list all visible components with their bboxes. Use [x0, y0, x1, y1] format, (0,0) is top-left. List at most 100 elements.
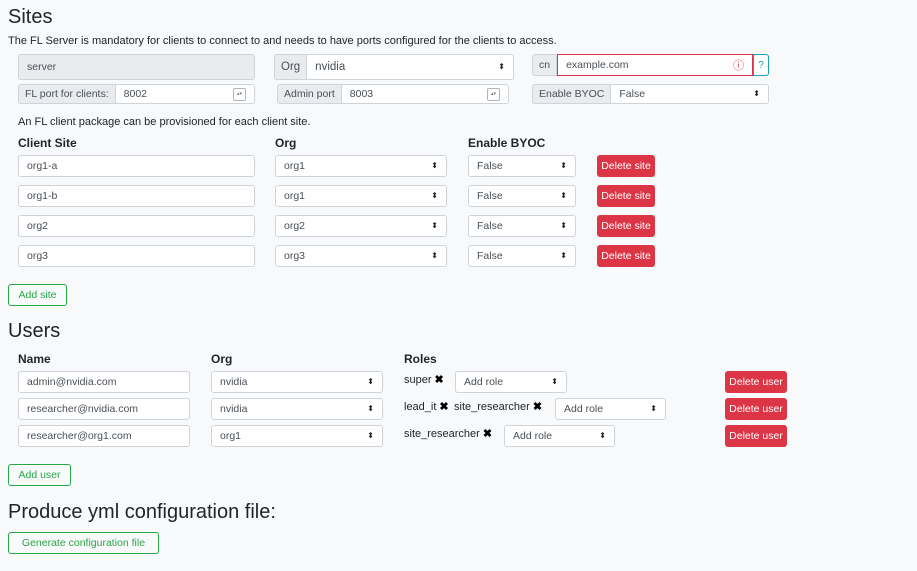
user-name-input[interactable]: researcher@org1.com	[18, 425, 190, 447]
close-icon[interactable]: ✖	[435, 373, 444, 386]
client-byoc-select[interactable]: False ⬍	[468, 215, 576, 237]
add-role-select[interactable]: Add role ⬍	[455, 371, 567, 393]
user-org-select[interactable]: nvidia ⬍	[211, 371, 383, 393]
user-name-header: Name	[18, 352, 51, 366]
chevron-updown-icon: ⬍	[650, 404, 657, 413]
chevron-updown-icon: ⬍	[431, 251, 438, 260]
client-site-input[interactable]: org1-b	[18, 185, 255, 207]
delete-site-button[interactable]: Delete site	[597, 185, 655, 207]
chevron-updown-icon: ⬍	[560, 251, 567, 260]
fl-port-input[interactable]: 8002 ▴▾	[115, 84, 255, 104]
add-role-select[interactable]: Add role ⬍	[504, 425, 615, 447]
server-cn-label: cn	[532, 54, 558, 76]
role-tag: site_researcher ✖	[454, 400, 542, 414]
chevron-updown-icon: ⬍	[498, 62, 505, 71]
client-byoc-select[interactable]: False ⬍	[468, 185, 576, 207]
delete-user-button[interactable]: Delete user	[725, 371, 787, 393]
add-role-select[interactable]: Add role ⬍	[555, 398, 666, 420]
user-name-value: researcher@org1.com	[27, 430, 132, 442]
client-byoc-value: False	[477, 190, 503, 202]
client-site-input[interactable]: org3	[18, 245, 255, 267]
add-role-label: Add role	[464, 376, 504, 388]
delete-user-button[interactable]: Delete user	[725, 425, 787, 447]
client-org-select[interactable]: org1 ⬍	[275, 155, 447, 177]
user-name-value: admin@nvidia.com	[27, 376, 117, 388]
fl-port-group[interactable]: FL port for clients: 8002 ▴▾	[18, 84, 255, 104]
client-org-select[interactable]: org2 ⬍	[275, 215, 447, 237]
delete-site-button[interactable]: Delete site	[597, 245, 655, 267]
server-byoc-select[interactable]: False ⬍	[611, 84, 769, 104]
delete-site-button[interactable]: Delete site	[597, 215, 655, 237]
delete-site-button[interactable]: Delete site	[597, 155, 655, 177]
client-byoc-select[interactable]: False ⬍	[468, 155, 576, 177]
server-cn-input[interactable]: example.com ⓘ	[557, 54, 753, 76]
user-name-value: researcher@nvidia.com	[27, 403, 139, 415]
add-site-button[interactable]: Add site	[8, 284, 67, 306]
role-label: super	[404, 373, 432, 386]
chevron-updown-icon: ⬍	[431, 161, 438, 170]
admin-port-group[interactable]: Admin port 8003 ▴▾	[277, 84, 509, 104]
add-role-label: Add role	[564, 403, 604, 415]
role-tag: site_researcher ✖	[404, 427, 492, 441]
chevron-updown-icon: ⬍	[560, 221, 567, 230]
user-org-select[interactable]: org1 ⬍	[211, 425, 383, 447]
user-org-value: org1	[220, 430, 242, 442]
chevron-updown-icon: ⬍	[431, 221, 438, 230]
user-name-input[interactable]: researcher@nvidia.com	[18, 398, 190, 420]
spinner-icon[interactable]: ▴▾	[233, 87, 246, 101]
close-icon[interactable]: ✖	[483, 427, 492, 440]
client-site-header: Client Site	[18, 136, 77, 150]
user-org-value: nvidia	[220, 376, 248, 388]
add-role-label: Add role	[513, 430, 553, 442]
chevron-updown-icon: ⬍	[367, 377, 374, 386]
delete-user-button[interactable]: Delete user	[725, 398, 787, 420]
client-site-input[interactable]: org2	[18, 215, 255, 237]
client-byoc-header: Enable BYOC	[468, 136, 546, 150]
client-byoc-value: False	[477, 250, 503, 262]
client-site-value: org2	[27, 220, 49, 232]
chevron-updown-icon: ⬍	[560, 191, 567, 200]
client-org-value: org3	[284, 250, 306, 262]
admin-port-input[interactable]: 8003 ▴▾	[341, 84, 509, 104]
server-org-group[interactable]: Org nvidia ⬍	[274, 54, 514, 80]
sites-heading: Sites	[8, 6, 53, 28]
user-roles-header: Roles	[404, 352, 437, 366]
sites-description: The FL Server is mandatory for clients t…	[8, 35, 557, 47]
generate-config-button[interactable]: Generate configuration file	[8, 532, 159, 554]
client-org-select[interactable]: org1 ⬍	[275, 185, 447, 207]
client-org-header: Org	[275, 136, 297, 150]
chevron-updown-icon: ⬍	[560, 161, 567, 170]
server-org-select[interactable]: nvidia ⬍	[307, 54, 514, 80]
role-tag: super ✖	[404, 373, 444, 387]
client-org-select[interactable]: org3 ⬍	[275, 245, 447, 267]
server-name-value: server	[27, 61, 57, 73]
server-cn-help-button[interactable]: ?	[753, 54, 769, 76]
server-byoc-label: Enable BYOC	[532, 84, 612, 104]
client-byoc-value: False	[477, 220, 503, 232]
client-org-value: org2	[284, 220, 306, 232]
chevron-updown-icon: ⬍	[599, 431, 606, 440]
admin-port-value: 8003	[349, 88, 374, 100]
server-byoc-group[interactable]: Enable BYOC False ⬍	[532, 84, 769, 104]
server-cn-group[interactable]: cn example.com ⓘ ?	[532, 54, 769, 76]
add-user-button[interactable]: Add user	[8, 464, 71, 486]
client-org-value: org1	[284, 160, 306, 172]
chevron-updown-icon: ⬍	[367, 431, 374, 440]
user-org-select[interactable]: nvidia ⬍	[211, 398, 383, 420]
client-org-value: org1	[284, 190, 306, 202]
client-site-input[interactable]: org1-a	[18, 155, 255, 177]
user-name-input[interactable]: admin@nvidia.com	[18, 371, 190, 393]
chevron-updown-icon: ⬍	[551, 377, 558, 386]
client-site-value: org1-b	[27, 190, 58, 202]
chevron-updown-icon: ⬍	[431, 191, 438, 200]
client-byoc-select[interactable]: False ⬍	[468, 245, 576, 267]
role-label: site_researcher	[404, 427, 480, 440]
client-byoc-value: False	[477, 160, 503, 172]
server-name-field: server	[18, 54, 255, 80]
close-icon[interactable]: ✖	[533, 400, 542, 413]
fl-port-value: 8002	[123, 88, 148, 100]
role-label: lead_it	[404, 400, 437, 413]
user-org-value: nvidia	[220, 403, 248, 415]
close-icon[interactable]: ✖	[439, 400, 448, 413]
spinner-icon[interactable]: ▴▾	[487, 87, 500, 101]
